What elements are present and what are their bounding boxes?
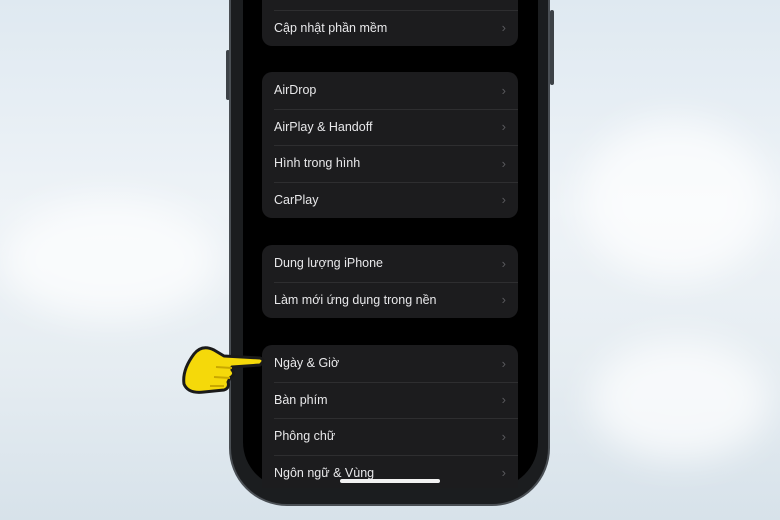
chevron-right-icon: › — [501, 119, 506, 135]
row-label: Hình trong hình — [274, 156, 361, 171]
chevron-right-icon: › — [501, 428, 506, 444]
row-label: Bàn phím — [274, 392, 328, 407]
cloud — [580, 120, 770, 280]
chevron-right-icon: › — [501, 20, 506, 36]
row-label: Ngày & Giờ — [274, 356, 340, 371]
settings-row-language-region[interactable]: Ngôn ngữ & Vùng › — [262, 454, 518, 492]
row-label: Cập nhật phần mềm — [274, 20, 388, 35]
settings-row-software-update[interactable]: Cập nhật phần mềm › — [262, 9, 518, 47]
row-label: CarPlay — [274, 192, 319, 207]
chevron-right-icon: › — [501, 292, 506, 308]
chevron-right-icon: › — [501, 355, 506, 371]
row-label: AirDrop — [274, 83, 317, 98]
settings-group-locale: Ngày & Giờ › Bàn phím › Phông chữ › Ngôn ng… — [262, 345, 518, 488]
settings-row-carplay[interactable]: CarPlay › — [262, 181, 518, 219]
settings-row-airplay-handoff[interactable]: AirPlay & Handoff › — [262, 108, 518, 146]
side-button — [550, 10, 554, 85]
cloud — [0, 200, 220, 320]
settings-row-fonts[interactable]: Phông chữ › — [262, 418, 518, 455]
chevron-right-icon: › — [501, 155, 506, 171]
pointing-hand-icon — [182, 346, 265, 394]
settings-row-airdrop[interactable]: AirDrop › — [262, 72, 518, 109]
cloud — [590, 340, 770, 460]
chevron-right-icon: › — [501, 82, 506, 98]
settings-row-picture-in-picture[interactable]: Hình trong hình › — [262, 145, 518, 182]
row-label: AirPlay & Handoff — [274, 119, 373, 134]
chevron-right-icon: › — [501, 392, 506, 408]
settings-row-iphone-storage[interactable]: Dung lượng iPhone › — [262, 245, 518, 282]
settings-row-keyboard[interactable]: Bàn phím › — [262, 381, 518, 419]
row-placeholder — [262, 0, 518, 10]
settings-group-connectivity: AirDrop › AirPlay & Handoff › Hình trong h… — [262, 72, 518, 218]
settings-group-storage: Dung lượng iPhone › Làm mới ứng dụng tron… — [262, 245, 518, 318]
chevron-right-icon: › — [501, 255, 506, 271]
chevron-right-icon: › — [501, 192, 506, 208]
row-label: Dung lượng iPhone — [274, 256, 383, 271]
row-label: Phông chữ — [274, 429, 336, 444]
home-indicator[interactable] — [340, 479, 440, 483]
row-label: Ngôn ngữ & Vùng — [274, 465, 375, 480]
settings-row-date-time[interactable]: Ngày & Giờ › — [262, 345, 518, 382]
settings-row-background-refresh[interactable]: Làm mới ứng dụng trong nền › — [262, 281, 518, 319]
row-label: Làm mới ứng dụng trong nền — [274, 292, 437, 307]
chevron-right-icon: › — [501, 465, 506, 481]
settings-group-general-top: Cập nhật phần mềm › — [262, 0, 518, 46]
